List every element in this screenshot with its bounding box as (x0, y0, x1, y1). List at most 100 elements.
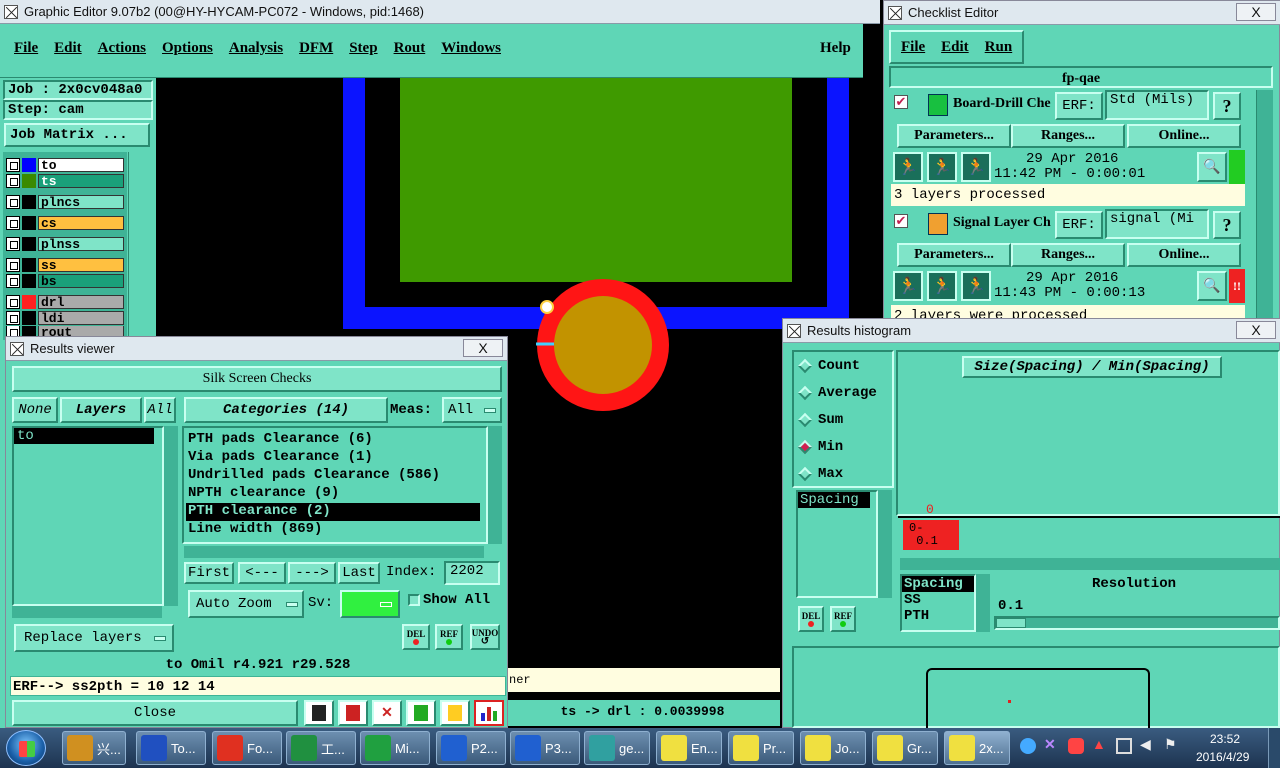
ranges-button[interactable]: Ranges... (1011, 243, 1125, 267)
layer-checkbox[interactable] (6, 311, 20, 325)
job-matrix-button[interactable]: Job Matrix ... (4, 123, 150, 147)
parameters-button[interactable]: Parameters... (897, 124, 1011, 148)
taskbar-item-8[interactable]: ge... (584, 731, 650, 765)
clock-time[interactable]: 23:52 (1210, 732, 1240, 746)
category-item[interactable]: Undrilled pads Clearance (586) (186, 467, 484, 485)
online-button[interactable]: Online... (1127, 124, 1241, 148)
all-button[interactable]: All (144, 397, 176, 423)
menu-file[interactable]: File (14, 40, 38, 57)
online-button[interactable]: Online... (1127, 243, 1241, 267)
histogram-hscroll[interactable] (900, 558, 1280, 570)
tray-volume-icon[interactable]: ◀ (1140, 738, 1156, 754)
list1-item[interactable]: Spacing (798, 492, 870, 508)
first-button[interactable]: First (184, 562, 234, 584)
run-all-icon[interactable]: 🏃 (927, 152, 957, 182)
taskbar-item-3[interactable]: Fo... (212, 731, 282, 765)
layer-checkbox[interactable] (6, 295, 20, 309)
layer-checkbox[interactable] (6, 258, 20, 272)
ref-button[interactable]: REF (435, 624, 463, 650)
mode-min[interactable]: Min (797, 439, 843, 455)
taskbar-item-13[interactable]: 2x... (944, 731, 1010, 765)
menu-rout[interactable]: Rout (394, 40, 426, 57)
list2-scrollbar[interactable] (976, 574, 990, 632)
layer-scrollbar[interactable] (128, 152, 154, 340)
layer-row-plncs[interactable]: plncs (6, 194, 124, 210)
resolution-slider[interactable] (994, 616, 1280, 630)
tool-icon-2[interactable] (338, 700, 368, 726)
layer-row-bs[interactable]: bs (6, 273, 124, 289)
mode-average[interactable]: Average (797, 385, 877, 401)
layer-checkbox[interactable] (6, 216, 20, 230)
tray-bird-icon[interactable] (1020, 738, 1036, 754)
menu-step[interactable]: Step (349, 40, 377, 57)
stop-run-icon[interactable]: 🏃 (961, 271, 991, 301)
cl-menu-edit[interactable]: Edit (941, 39, 969, 56)
layer-checkbox[interactable] (6, 195, 20, 209)
run-icon[interactable]: 🏃 (893, 152, 923, 182)
erf-button[interactable]: ERF: (1055, 92, 1103, 120)
help-button[interactable]: ? (1213, 92, 1241, 120)
category-item-selected[interactable]: PTH clearance (2) (186, 503, 480, 521)
layer-row-plnss[interactable]: plnss (6, 236, 124, 252)
menu-analysis[interactable]: Analysis (229, 40, 283, 57)
check-item-enable[interactable]: ✔ (894, 95, 908, 109)
parameters-button[interactable]: Parameters... (897, 243, 1011, 267)
layer-row-to[interactable]: to (6, 157, 124, 173)
check-item-enable[interactable]: ✔ (894, 214, 908, 228)
taskbar-item-11[interactable]: Jo... (800, 731, 866, 765)
category-hscroll[interactable] (184, 546, 484, 558)
menu-dfm[interactable]: DFM (299, 40, 333, 57)
rv-layer-hscroll[interactable] (12, 606, 162, 618)
prev-button[interactable]: <--- (238, 562, 286, 584)
tool-icon-5[interactable] (440, 700, 470, 726)
layer-row-ldi[interactable]: ldi (6, 310, 124, 326)
check-item-label[interactable]: Board-Drill Che (953, 96, 1053, 112)
next-button[interactable]: ---> (288, 562, 336, 584)
menu-options[interactable]: Options (162, 40, 213, 57)
category-item[interactable]: PTH pads Clearance (6) (186, 431, 484, 449)
close-x-button[interactable]: X (1236, 321, 1276, 339)
layer-row-cs[interactable]: cs (6, 215, 124, 231)
close-x-button[interactable]: X (1236, 3, 1276, 21)
checklist-scrollbar[interactable] (1256, 90, 1273, 320)
run-icon[interactable]: 🏃 (893, 271, 923, 301)
mode-count[interactable]: Count (797, 358, 860, 374)
layer-checkbox[interactable] (6, 174, 20, 188)
stop-run-icon[interactable]: 🏃 (961, 152, 991, 182)
tray-vs-icon[interactable]: ✕ (1044, 738, 1060, 754)
taskbar-item-4[interactable]: 工... (286, 731, 356, 765)
tray-warning-icon[interactable]: ▲ (1092, 738, 1108, 754)
hist-ref-button[interactable]: REF (830, 606, 856, 632)
taskbar-item-1[interactable]: 兴... (62, 731, 126, 765)
tool-icon-3[interactable]: ✕ (372, 700, 402, 726)
auto-zoom-dropdown[interactable]: Auto Zoom (188, 590, 304, 618)
hist-del-button[interactable]: DEL (798, 606, 824, 632)
none-button[interactable]: None (12, 397, 58, 423)
mode-max[interactable]: Max (797, 466, 843, 482)
last-button[interactable]: Last (338, 562, 380, 584)
help-button[interactable]: ? (1213, 211, 1241, 239)
tray-flag-icon[interactable]: ⚑ (1164, 738, 1180, 754)
layer-checkbox[interactable] (6, 274, 20, 288)
zoom-icon[interactable]: 🔍 (1197, 271, 1227, 301)
list2-item[interactable]: SS (902, 592, 974, 608)
slider-thumb[interactable] (996, 618, 1026, 628)
menu-edit[interactable]: Edit (54, 40, 82, 57)
rv-layer-item[interactable]: to (14, 428, 154, 444)
taskbar-item-2[interactable]: To... (136, 731, 206, 765)
taskbar-item-9[interactable]: En... (656, 731, 722, 765)
check-item-label[interactable]: Signal Layer Ch (953, 215, 1053, 231)
meas-dropdown[interactable]: All (442, 397, 502, 423)
clock-date[interactable]: 2016/4/29 (1196, 750, 1249, 764)
rv-layer-scrollbar[interactable] (164, 426, 178, 606)
index-input[interactable]: 2202 (444, 561, 500, 585)
taskbar-item-7[interactable]: P3... (510, 731, 580, 765)
tray-network-icon[interactable] (1116, 738, 1132, 754)
run-all-icon[interactable]: 🏃 (927, 271, 957, 301)
category-scrollbar[interactable] (488, 426, 502, 544)
layer-row-ss[interactable]: ss (6, 257, 124, 273)
categories-button[interactable]: Categories (14) (184, 397, 388, 423)
layer-row-drl[interactable]: drl (6, 294, 124, 310)
mode-sum[interactable]: Sum (797, 412, 843, 428)
start-button[interactable] (6, 730, 46, 766)
